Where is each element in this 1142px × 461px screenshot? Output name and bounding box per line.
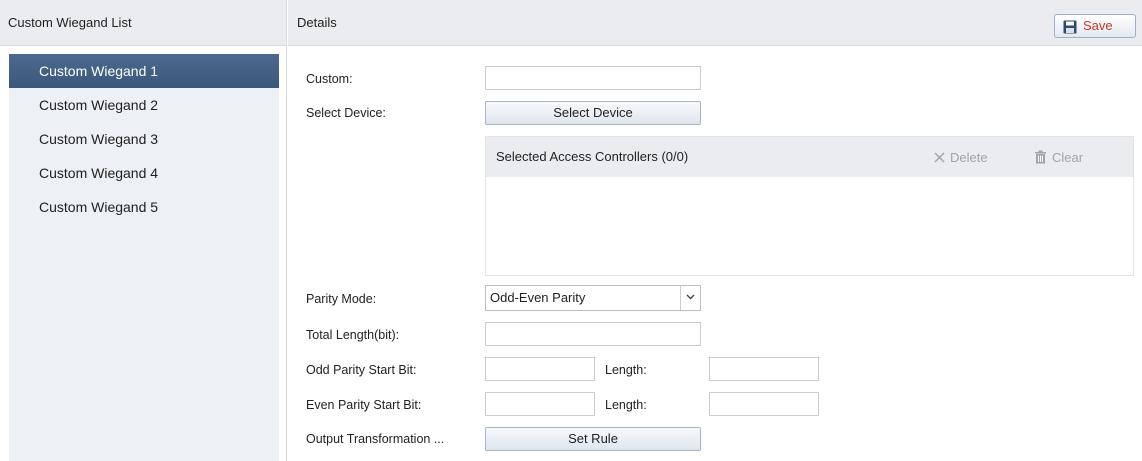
output-transformation-label: Output Transformation ... <box>306 432 445 446</box>
list-panel-title: Custom Wiegand List <box>0 0 286 46</box>
parity-mode-value: Odd-Even Parity <box>490 290 586 305</box>
delete-label: Delete <box>950 149 988 165</box>
save-button[interactable]: Save <box>1054 14 1136 38</box>
selected-access-controllers-panel: Selected Access Controllers (0/0) Delete… <box>485 136 1134 276</box>
odd-parity-length-label: Length: <box>605 363 647 377</box>
trash-icon <box>1035 150 1046 164</box>
clear-button[interactable]: Clear <box>1034 133 1083 181</box>
list-item-custom-wiegand-1[interactable]: Custom Wiegand 1 <box>9 54 279 88</box>
custom-name-input[interactable] <box>485 66 701 90</box>
even-parity-length-label: Length: <box>605 398 647 412</box>
odd-parity-length-input[interactable] <box>709 357 819 381</box>
list-item-custom-wiegand-4[interactable]: Custom Wiegand 4 <box>9 156 279 190</box>
clear-label: Clear <box>1052 149 1084 165</box>
access-controllers-title: Selected Access Controllers (0/0) <box>496 149 689 164</box>
custom-wiegand-list-panel: Custom Wiegand List Custom Wiegand 1 Cus… <box>0 0 287 461</box>
details-header: Details Save <box>288 0 1142 46</box>
even-parity-start-bit-label: Even Parity Start Bit: <box>306 398 422 412</box>
odd-parity-start-bit-input[interactable] <box>485 357 595 381</box>
parity-mode-label: Parity Mode: <box>306 292 377 306</box>
close-icon <box>934 151 945 163</box>
details-title: Details <box>297 15 337 30</box>
even-parity-start-bit-input[interactable] <box>485 392 595 416</box>
even-parity-length-input[interactable] <box>709 392 819 416</box>
set-rule-button[interactable]: Set Rule <box>485 427 701 451</box>
list-item-custom-wiegand-5[interactable]: Custom Wiegand 5 <box>9 190 279 224</box>
total-length-label: Total Length(bit): <box>306 328 400 342</box>
total-length-input[interactable] <box>485 322 701 346</box>
custom-wiegand-list: Custom Wiegand 1 Custom Wiegand 2 Custom… <box>9 54 279 461</box>
list-item-custom-wiegand-2[interactable]: Custom Wiegand 2 <box>9 88 279 122</box>
parity-mode-select[interactable]: Odd-Even Parity <box>485 285 701 311</box>
custom-label: Custom: <box>306 72 353 86</box>
select-device-label: Select Device: <box>306 106 386 120</box>
details-panel: Details Save Custom: Select Device: Sele… <box>288 0 1142 461</box>
list-item-custom-wiegand-3[interactable]: Custom Wiegand 3 <box>9 122 279 156</box>
select-device-button[interactable]: Select Device <box>485 101 701 125</box>
delete-button[interactable]: Delete <box>934 133 988 181</box>
odd-parity-start-bit-label: Odd Parity Start Bit: <box>306 363 417 377</box>
custom-wiegand-window: Custom Wiegand List Custom Wiegand 1 Cus… <box>0 0 1142 461</box>
chevron-down-icon <box>680 286 700 310</box>
floppy-disk-icon <box>1063 19 1077 34</box>
save-label: Save <box>1083 18 1113 33</box>
